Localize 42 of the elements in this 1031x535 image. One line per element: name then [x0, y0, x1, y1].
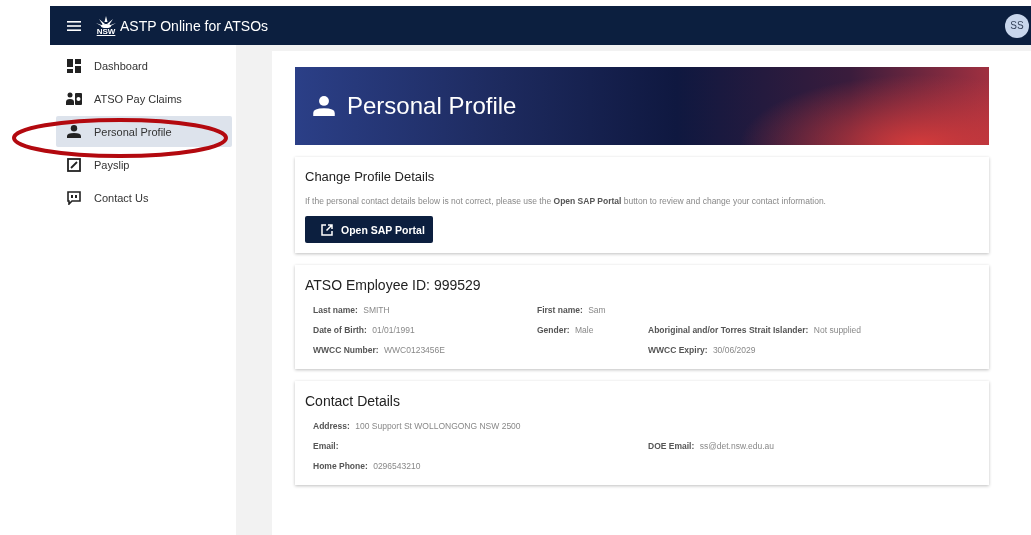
info-text: If the personal contact details below is not correct, please use the Open SAP Portal button to review and change your contact information. [305, 196, 827, 206]
user-avatar[interactable]: SS [1005, 13, 1029, 38]
field-label: WWCC Expiry: [648, 345, 708, 355]
sidebar-item[interactable]: Payslip [56, 149, 232, 180]
field-value: 01/01/1991 [372, 325, 415, 335]
field-label: WWCC Number: [313, 345, 379, 355]
chat-icon [66, 190, 82, 205]
card-title: Contact Details [305, 393, 401, 409]
logo-text: NSW [96, 27, 116, 36]
person-card-icon [66, 92, 82, 105]
dashboard-icon [66, 58, 82, 73]
field-label: Email: [313, 441, 339, 451]
page-title: Personal Profile [347, 92, 517, 120]
sidebar-item[interactable]: Contact Us [56, 182, 232, 213]
field-value: 100 Support St WOLLONGONG NSW 2500 [355, 421, 521, 431]
field-value: 0296543210 [373, 461, 421, 471]
field-label: Gender: [537, 325, 570, 335]
field-value: ss@det.nsw.edu.au [699, 441, 774, 451]
field-label: First name: [537, 305, 583, 315]
field-value: Male [574, 325, 594, 335]
edit-icon [66, 157, 82, 172]
card-title: ATSO Employee ID: 999529 [305, 277, 482, 293]
field-label: Address: [313, 421, 350, 431]
field-label: Aboriginal and/or Torres Strait Islander: [648, 325, 809, 335]
person-icon [66, 125, 82, 138]
field-value: 30/06/2029 [712, 345, 756, 355]
open-portal-button[interactable]: Open SAP Portal [305, 216, 433, 243]
field-value: Sam [588, 305, 606, 315]
sidebar-item[interactable]: ATSO Pay Claims [56, 83, 232, 114]
field-label: DOE Email: [648, 441, 695, 451]
field-label: Date of Birth: [313, 325, 367, 335]
app-title: ASTP Online for ATSOs [120, 17, 270, 34]
person-icon [313, 96, 335, 116]
field-label: Last name: [313, 305, 358, 315]
field-value: WWC0123456E [384, 345, 445, 355]
sidebar-item[interactable]: Dashboard [56, 50, 232, 81]
field-value: SMITH [363, 305, 390, 315]
external-link-icon [321, 223, 333, 236]
field-label: Home Phone: [313, 461, 368, 471]
field-value: Not supplied [813, 325, 862, 335]
card-title: Change Profile Details [305, 169, 436, 184]
menu-icon[interactable] [67, 20, 81, 31]
